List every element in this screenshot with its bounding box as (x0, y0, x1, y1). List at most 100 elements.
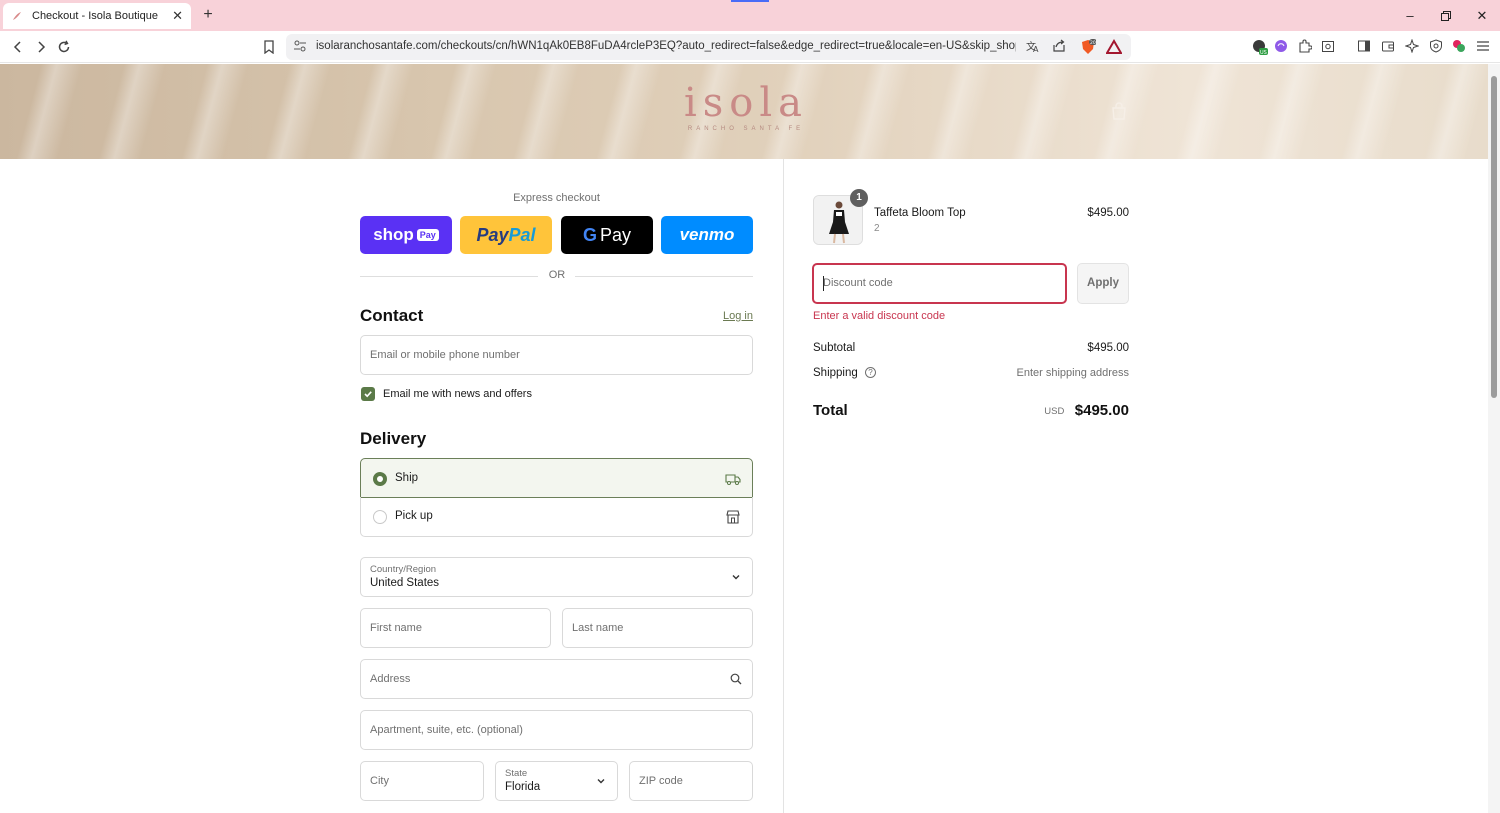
screenshot-icon[interactable] (1321, 39, 1337, 55)
last-name-placeholder: Last name (572, 622, 624, 634)
translate-icon[interactable]: 文A (1026, 39, 1042, 55)
store-header-banner: isola RANCHO SANTA FE (0, 64, 1488, 159)
store-icon (725, 509, 741, 525)
brave-shields-icon[interactable]: 20 (1080, 39, 1097, 55)
product-variant: 2 (874, 223, 880, 234)
delivery-option-pickup[interactable]: Pick up (360, 497, 753, 537)
first-name-field[interactable]: First name (360, 608, 551, 648)
shipping-row: Shipping ? Enter shipping address (813, 367, 1129, 379)
shipping-value: Enter shipping address (1016, 367, 1129, 379)
search-icon (730, 673, 742, 685)
discount-placeholder: Discount code (823, 277, 893, 289)
email-placeholder: Email or mobile phone number (370, 349, 520, 361)
subtotal-row: Subtotal $495.00 (813, 342, 1129, 354)
brand-name: isola (683, 80, 809, 126)
vpn-extension-icon[interactable]: US (1252, 39, 1268, 56)
browser-tab[interactable]: Checkout - Isola Boutique ✕ (3, 3, 191, 29)
google-pay-wordmark: Pay (599, 224, 632, 245)
country-label: Country/Region (370, 564, 437, 575)
total-currency: USD (1044, 406, 1065, 417)
minimize-window-button[interactable]: – (1400, 6, 1420, 26)
express-checkout-label: Express checkout (513, 192, 600, 204)
discount-error-message: Enter a valid discount code (813, 310, 946, 322)
close-window-button[interactable]: ✕ (1472, 6, 1492, 26)
ship-label: Ship (395, 472, 419, 484)
paypal-wordmark-1: Pay (476, 224, 509, 245)
delivery-option-ship[interactable]: Ship (360, 458, 753, 498)
newsletter-option[interactable]: Email me with news and offers (361, 387, 532, 401)
page-viewport: isola RANCHO SANTA FE Express checkout s… (0, 64, 1488, 813)
tab-title: Checkout - Isola Boutique (32, 10, 158, 22)
shop-pay-button[interactable]: shop Pay (360, 216, 452, 254)
page-scrollbar[interactable] (1488, 64, 1500, 813)
wallet-icon[interactable] (1381, 39, 1397, 55)
or-text: OR (548, 269, 566, 281)
reload-icon[interactable] (54, 37, 74, 57)
country-value: United States (370, 577, 440, 589)
pickup-radio[interactable] (373, 510, 387, 524)
svg-text:20: 20 (1090, 40, 1096, 46)
chevron-down-icon (730, 571, 742, 583)
or-separator: OR (360, 269, 753, 283)
address-field[interactable]: Address (360, 659, 753, 699)
tab-strip-indicator (731, 0, 769, 2)
chevron-down-icon (595, 775, 607, 787)
email-field[interactable]: Email or mobile phone number (360, 335, 753, 375)
assistant-extension-icon[interactable] (1274, 39, 1290, 55)
brand-tagline: RANCHO SANTA FE (687, 126, 805, 132)
extensions-puzzle-icon[interactable] (1298, 39, 1314, 55)
back-icon[interactable] (8, 37, 28, 57)
sidebar-icon[interactable] (1357, 39, 1373, 55)
brave-rewards-icon[interactable] (1105, 39, 1123, 55)
close-tab-icon[interactable]: ✕ (172, 8, 183, 24)
share-icon[interactable] (1052, 39, 1068, 55)
newsletter-checkbox[interactable] (361, 387, 375, 401)
venmo-wordmark: venmo (679, 225, 735, 244)
vpn-shield-icon[interactable] (1429, 39, 1445, 55)
last-name-field[interactable]: Last name (562, 608, 753, 648)
browser-tab-bar: Checkout - Isola Boutique ✕ + – ✕ (0, 0, 1500, 31)
subtotal-label: Subtotal (813, 342, 856, 354)
address-bar[interactable]: isolaranchosantafe.com/checkouts/cn/hWN1… (286, 34, 1131, 60)
zip-field[interactable]: ZIP code (629, 761, 753, 801)
apartment-field[interactable]: Apartment, suite, etc. (optional) (360, 710, 753, 750)
svg-text:US: US (1260, 50, 1267, 55)
total-value: $495.00 (1074, 402, 1129, 419)
scrollbar-thumb[interactable] (1491, 76, 1497, 398)
bookmark-icon[interactable] (259, 37, 279, 57)
paypal-wordmark-2: Pal (508, 224, 536, 245)
site-favicon-icon (11, 10, 23, 22)
apply-discount-button[interactable]: Apply (1077, 263, 1129, 304)
ship-radio[interactable] (373, 472, 387, 486)
product-price: $495.00 (1087, 207, 1129, 219)
product-name: Taffeta Bloom Top (874, 207, 966, 219)
restore-window-button[interactable] (1436, 6, 1456, 26)
contact-heading: Contact (360, 306, 424, 325)
venmo-button[interactable]: venmo (661, 216, 753, 254)
address-placeholder: Address (370, 673, 411, 685)
svg-text:A: A (1033, 45, 1039, 53)
help-circle-icon[interactable]: ? (864, 367, 876, 378)
google-pay-button[interactable]: G Pay (561, 216, 653, 254)
column-divider (783, 159, 784, 813)
profile-extension-icon[interactable] (1452, 39, 1468, 55)
browser-toolbar: isolaranchosantafe.com/checkouts/cn/hWN1… (0, 31, 1500, 63)
state-select[interactable]: State Florida (495, 761, 618, 801)
city-field[interactable]: City (360, 761, 484, 801)
leo-ai-icon[interactable] (1404, 38, 1421, 55)
store-logo[interactable]: isola RANCHO SANTA FE (676, 80, 816, 150)
newsletter-label: Email me with news and offers (383, 388, 532, 400)
city-placeholder: City (370, 775, 389, 787)
google-g-icon: G (582, 224, 597, 245)
country-select[interactable]: Country/Region United States (360, 557, 753, 597)
new-tab-button[interactable]: + (199, 6, 217, 24)
first-name-placeholder: First name (370, 622, 422, 634)
forward-icon[interactable] (31, 37, 51, 57)
discount-code-input[interactable]: Discount code (812, 263, 1067, 304)
quantity-badge: 1 (850, 189, 868, 207)
log-in-link[interactable]: Log in (723, 310, 753, 322)
menu-icon[interactable] (1476, 39, 1492, 55)
site-settings-icon[interactable] (293, 39, 309, 55)
shopping-bag-icon[interactable] (1111, 102, 1127, 120)
paypal-button[interactable]: Pay Pal (460, 216, 552, 254)
